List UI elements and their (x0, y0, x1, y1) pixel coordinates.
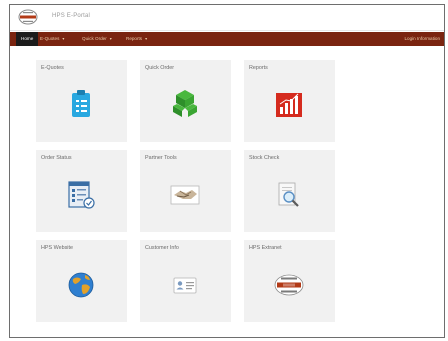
main-navbar: Home E-Quotes ▾ Quick Order ▾ Reports ▾ Log… (10, 32, 444, 46)
tile-hps-website[interactable]: HPS Website (36, 240, 127, 322)
tile-label: Partner Tools (145, 155, 177, 161)
chevron-down-icon: ▾ (145, 36, 148, 41)
nav-quick-order[interactable]: Quick Order ▾ (82, 32, 112, 46)
chevron-down-icon: ▾ (62, 36, 65, 41)
id-card-icon (167, 267, 203, 303)
clipboard-icon (63, 87, 99, 123)
tile-customer-info[interactable]: Customer Info (140, 240, 231, 322)
tile-label: Order Status (41, 155, 72, 161)
globe-icon (63, 267, 99, 303)
tile-equotes[interactable]: E-Quotes (36, 60, 127, 142)
tile-reports[interactable]: Reports (244, 60, 335, 142)
hps-logo-icon (271, 267, 307, 303)
nav-reports-label: Reports (126, 36, 143, 41)
order-form-icon (63, 177, 99, 213)
magnifier-document-icon (271, 177, 307, 213)
nav-home[interactable]: Home (16, 32, 39, 46)
nav-equotes-label: E-Quotes (40, 36, 60, 41)
tile-label: Quick Order (145, 65, 175, 71)
app-title: HPS E-Portal (52, 13, 91, 19)
tile-hps-extranet[interactable]: HPS Extranet (244, 240, 335, 322)
tile-quick-order[interactable]: Quick Order (140, 60, 231, 142)
tile-label: E-Quotes (41, 65, 64, 71)
tile-label: Customer Info (145, 245, 179, 251)
chevron-down-icon: ▾ (109, 36, 112, 41)
nav-equotes[interactable]: E-Quotes ▾ (40, 32, 64, 46)
tile-stock-check[interactable]: Stock Check (244, 150, 335, 232)
box-stack-icon (167, 87, 203, 123)
browser-frame: HPS E-Portal Home E-Quotes ▾ Quick Order ▾… (9, 4, 445, 338)
company-logo-icon[interactable] (18, 9, 38, 25)
nav-reports[interactable]: Reports ▾ (126, 32, 147, 46)
tile-label: HPS Extranet (249, 245, 282, 251)
app-header: HPS E-Portal (10, 5, 444, 31)
handshake-icon (167, 177, 203, 213)
bar-chart-icon (271, 87, 307, 123)
tile-partner-tools[interactable]: Partner Tools (140, 150, 231, 232)
tile-label: Reports (249, 65, 268, 71)
nav-login-information[interactable]: Login Information (405, 32, 441, 46)
nav-quick-order-label: Quick Order (82, 36, 107, 41)
tile-label: HPS Website (41, 245, 73, 251)
tile-order-status[interactable]: Order Status (36, 150, 127, 232)
tile-label: Stock Check (249, 155, 280, 161)
